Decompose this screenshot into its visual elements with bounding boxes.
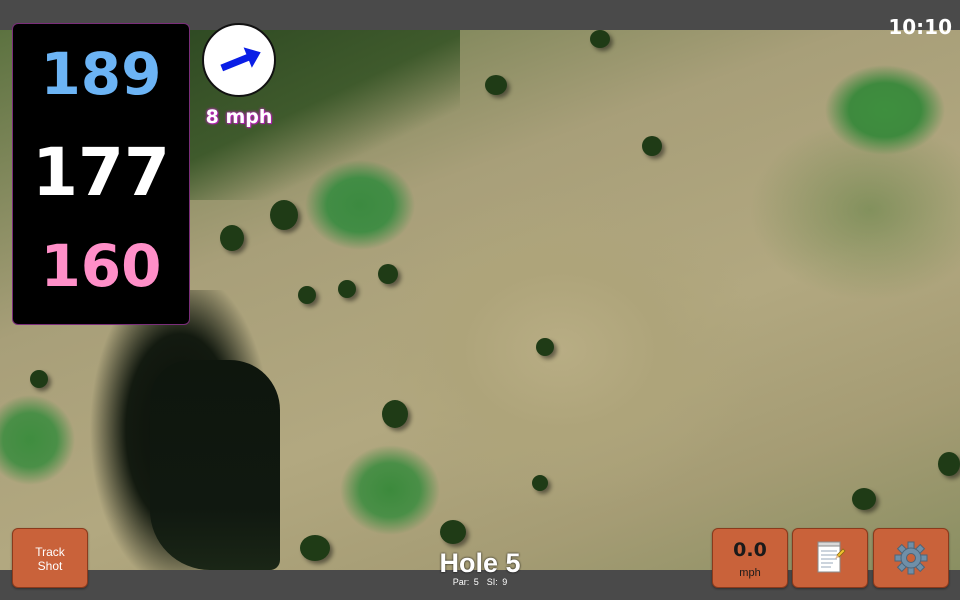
map-tree	[300, 535, 330, 561]
map-tree	[536, 338, 554, 356]
distance-front: 160	[40, 232, 162, 300]
map-tree	[298, 286, 316, 304]
map-tree	[30, 370, 48, 388]
track-shot-label-line1: Track	[35, 545, 65, 559]
hole-stroke-index: SI: 9	[486, 577, 508, 587]
distance-back: 189	[40, 40, 162, 108]
hole-title: Hole 5	[439, 548, 521, 578]
hole-par: Par: 5	[452, 577, 479, 587]
gear-icon	[894, 541, 928, 575]
map-tree	[485, 75, 507, 95]
notepad-icon	[817, 541, 846, 573]
distance-panel: 189 177 160	[12, 23, 190, 325]
map-tree	[382, 400, 408, 428]
notes-button[interactable]	[792, 528, 868, 588]
wind-speed: 8 mph	[205, 106, 273, 128]
map-tree	[590, 30, 610, 48]
map-tree	[440, 520, 466, 544]
map-tree	[220, 225, 244, 251]
speed-button[interactable]: 0.0 mph	[712, 528, 788, 588]
map-tree	[338, 280, 356, 298]
clock: 10:10	[888, 15, 952, 39]
speed-unit: mph	[739, 567, 761, 579]
map-tree	[852, 488, 876, 510]
distance-middle: 177	[32, 134, 170, 211]
map-water-hazard-channel	[150, 360, 280, 570]
map-tree	[378, 264, 398, 284]
map-tree	[270, 200, 298, 230]
map-tree	[532, 475, 548, 491]
hole-info: Par: 5 SI: 9	[400, 577, 560, 587]
map-tree	[642, 136, 662, 156]
wind-direction-dial	[202, 23, 276, 97]
arrow-right-icon	[220, 47, 261, 72]
map-tree	[938, 452, 960, 476]
track-shot-label-line2: Shot	[37, 559, 63, 573]
track-shot-button[interactable]: Track Shot	[12, 528, 88, 588]
settings-button[interactable]	[873, 528, 949, 588]
speed-value: 0.0	[733, 539, 767, 561]
